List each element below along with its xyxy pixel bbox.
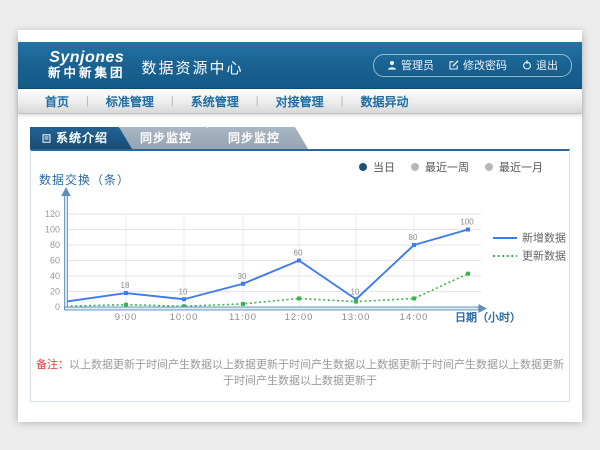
legend-label: 新增数据 — [522, 231, 566, 245]
user-menu: 管理员 修改密码 退出 — [373, 54, 572, 77]
filter-option-0[interactable]: 当日 — [359, 159, 395, 175]
point-label: 30 — [238, 272, 247, 281]
page-title: 数据资源中心 — [142, 57, 244, 78]
y-tick-label: 120 — [45, 209, 60, 219]
x-tick-label: 14:00 — [400, 312, 429, 323]
nav-item-3[interactable]: 对接管理 — [259, 93, 341, 110]
chart-panel: 当日最近一周最近一月 数据交换（条） 181030601080100020406… — [30, 149, 570, 402]
radio-icon — [359, 163, 367, 171]
tab-label: 同步监控 — [228, 127, 280, 149]
nav-item-1[interactable]: 标准管理 — [89, 93, 171, 110]
data-point — [466, 272, 470, 276]
radio-label: 最近一月 — [499, 159, 543, 175]
data-point — [297, 296, 301, 300]
y-tick-label: 20 — [50, 287, 60, 297]
data-point — [412, 296, 416, 300]
nav-item-2[interactable]: 系统管理 — [174, 93, 256, 110]
main-nav: 首页|标准管理|系统管理|对接管理|数据异动 — [18, 89, 582, 114]
data-point — [354, 300, 358, 304]
radio-icon — [485, 163, 493, 171]
x-axis — [65, 307, 479, 310]
x-tick-label: 9:00 — [115, 312, 138, 323]
x-tick-label: 13:00 — [342, 312, 371, 323]
document-icon — [42, 134, 51, 143]
app-header: Synjones 新中新集团 数据资源中心 管理员 修改密码 退出 — [18, 42, 582, 89]
logo-secondary: 新中新集团 — [48, 67, 126, 80]
tab-0[interactable]: 系统介绍 — [30, 127, 132, 149]
power-icon — [522, 60, 532, 70]
legend-label: 更新数据 — [522, 249, 566, 263]
y-tick-label: 60 — [50, 256, 60, 266]
point-label: 18 — [121, 281, 130, 290]
x-tick-label: 12:00 — [285, 312, 314, 323]
point-label: 80 — [409, 233, 418, 242]
data-point — [241, 302, 245, 306]
data-point — [297, 259, 301, 263]
y-tick-label: 0 — [55, 302, 60, 312]
data-point — [124, 303, 128, 307]
user-menu-admin[interactable]: 管理员 — [387, 57, 434, 73]
content-area: 系统介绍同步监控同步监控 当日最近一周最近一月 数据交换（条） 18103060… — [18, 114, 582, 422]
y-tick-label: 40 — [50, 271, 60, 281]
tab-bar: 系统介绍 同步监控 同步监控 — [30, 127, 308, 149]
data-point — [412, 243, 416, 247]
tab-label: 系统介绍 — [56, 127, 108, 149]
tab-1[interactable]: 同步监控 — [120, 127, 220, 149]
line-chart: 18 10 30 60 10 80 100 0 20 40 60 80 100 120 9:00 10:00 1… — [31, 186, 571, 351]
tab-2[interactable]: 同步监控 — [208, 127, 308, 149]
footnote-text: 以上数据更新于时间产生数据以上数据更新于时间产生数据以上数据更新于时间产生数据以… — [69, 359, 564, 387]
radio-icon — [411, 163, 419, 171]
filter-option-2[interactable]: 最近一月 — [485, 159, 543, 175]
point-label: 60 — [294, 249, 303, 258]
edit-icon — [449, 60, 459, 70]
user-menu-logout[interactable]: 退出 — [522, 57, 558, 73]
user-menu-label: 管理员 — [401, 57, 434, 73]
tab-label: 同步监控 — [140, 127, 192, 149]
y-tick-label: 100 — [45, 225, 60, 235]
radio-label: 当日 — [373, 159, 395, 175]
data-point — [124, 291, 128, 295]
y-axis — [65, 194, 68, 310]
user-menu-label: 退出 — [536, 57, 558, 73]
app-window: Synjones 新中新集团 数据资源中心 管理员 修改密码 退出 首页|标准管理|… — [18, 30, 582, 420]
screen: Synjones 新中新集团 数据资源中心 管理员 修改密码 退出 首页|标准管理|… — [0, 0, 600, 450]
logo-primary: Synjones — [48, 50, 126, 67]
x-tick-label: 10:00 — [170, 312, 199, 323]
logo: Synjones 新中新集团 — [48, 50, 126, 81]
y-tick-label: 80 — [50, 240, 60, 250]
point-label: 10 — [179, 287, 188, 296]
user-menu-change-password[interactable]: 修改密码 — [449, 57, 507, 73]
data-point — [466, 228, 470, 232]
x-tick-label: 11:00 — [229, 312, 257, 323]
data-point — [241, 282, 245, 286]
nav-item-0[interactable]: 首页 — [28, 93, 86, 110]
y-axis-arrow — [61, 187, 71, 196]
footnote-prefix: 备注： — [36, 359, 69, 371]
point-label: 10 — [351, 287, 360, 296]
x-axis-title: 日期（小时） — [455, 310, 521, 324]
nav-item-4[interactable]: 数据异动 — [344, 93, 426, 110]
user-icon — [387, 60, 397, 70]
radio-label: 最近一周 — [425, 159, 469, 175]
footnote: 备注：以上数据更新于时间产生数据以上数据更新于时间产生数据以上数据更新于时间产生… — [31, 356, 569, 388]
filter-option-1[interactable]: 最近一周 — [411, 159, 469, 175]
browser-strip — [18, 30, 582, 42]
user-menu-label: 修改密码 — [463, 57, 507, 73]
time-filter-group: 当日 最近一周 最近一月 — [359, 159, 543, 175]
point-label: 100 — [460, 218, 474, 227]
data-point — [182, 297, 186, 301]
